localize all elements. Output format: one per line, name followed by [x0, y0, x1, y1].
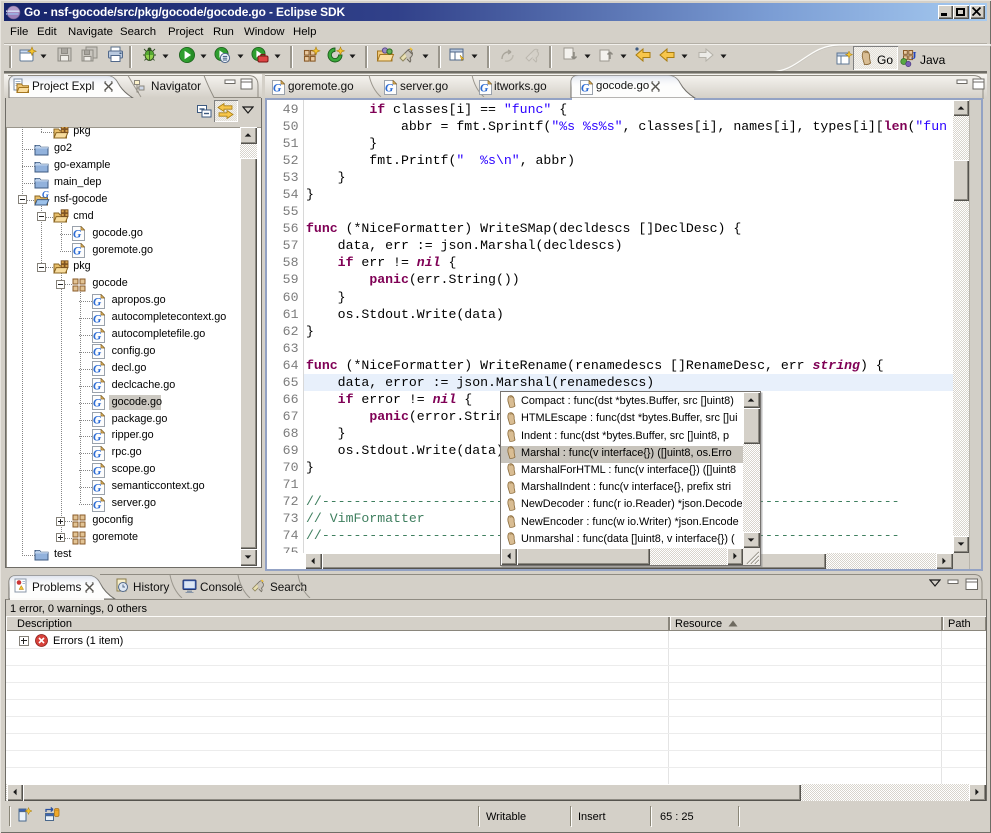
svg-text:G: G — [73, 229, 82, 241]
svg-text:G: G — [385, 82, 394, 94]
svg-text:G: G — [93, 448, 102, 460]
svg-text:G: G — [93, 347, 102, 359]
svg-text:J: J — [911, 50, 917, 62]
svg-text:G: G — [480, 82, 489, 94]
svg-text:G: G — [93, 381, 102, 393]
svg-text:G: G — [93, 330, 102, 342]
svg-text:G: G — [93, 398, 102, 410]
svg-text:G: G — [93, 364, 102, 376]
svg-text:G: G — [581, 82, 590, 94]
svg-text:G: G — [93, 296, 102, 308]
svg-text:G: G — [42, 191, 49, 201]
svg-text:G: G — [273, 82, 282, 94]
svg-text:G: G — [93, 431, 102, 443]
svg-text:G: G — [93, 415, 102, 427]
svg-text:G: G — [93, 465, 102, 477]
svg-text:G: G — [93, 482, 102, 494]
svg-text:G: G — [93, 313, 102, 325]
svg-text:G: G — [73, 246, 82, 258]
svg-text:G: G — [93, 499, 102, 511]
